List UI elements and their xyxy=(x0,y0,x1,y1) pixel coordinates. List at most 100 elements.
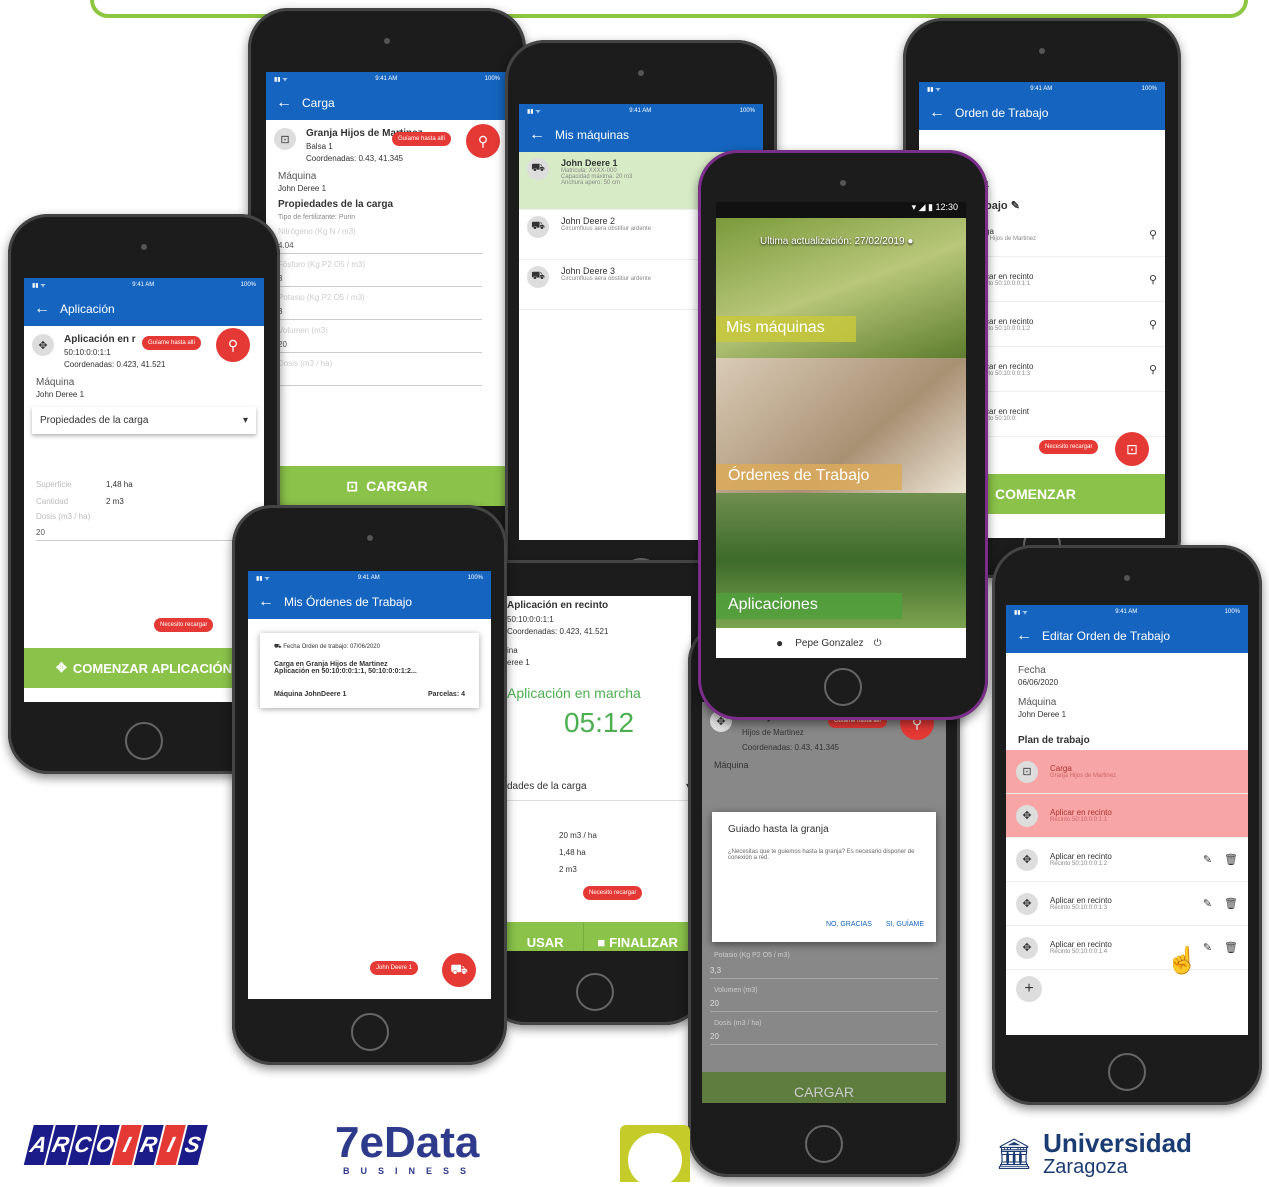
status-bar: ▮▮ ᯤ 9:41 AM 100% xyxy=(266,72,508,86)
location-pin-icon[interactable]: ⚲ xyxy=(1149,228,1157,241)
field-input[interactable]: 3 xyxy=(278,302,482,320)
coords: Coordenadas: 0.423, 41.521 xyxy=(64,360,166,369)
props-dropdown[interactable]: dades de la carga▾ xyxy=(507,773,691,801)
comenzar-button[interactable]: ✥ COMENZAR APLICACIÓN xyxy=(24,648,264,688)
unizar-logo: 🏛 Universidad Zaragoza xyxy=(995,1128,1192,1178)
back-arrow-icon[interactable]: ← xyxy=(529,126,545,144)
tractor-fab-icon[interactable]: ⛟ xyxy=(442,953,476,987)
aplicaciones-tile[interactable]: Aplicaciones xyxy=(716,493,966,628)
guide-button[interactable]: Guíame hasta allí xyxy=(392,132,452,146)
location-pin-icon[interactable]: ⚲ xyxy=(1149,273,1157,286)
edit-icon[interactable]: ✎ xyxy=(1011,200,1020,212)
phone-ordenes: ▮▮ ᯤ 9:41 AM 100% ← Mis Órdenes de Trabajo … xyxy=(232,505,507,1065)
tractor-icon: ⛟ xyxy=(527,158,549,180)
plan-row[interactable]: car en recint nto 50:10:0: xyxy=(985,392,1165,437)
tractor-app-icon: ✥ xyxy=(32,334,54,356)
phone-editar: ▮▮ ᯤ 9:41 AM 100% ← Editar Orden de Trabajo… xyxy=(992,545,1262,1105)
plan-row[interactable]: ✥ Aplicar en recinto Recinto 50:10:0:0:1:1 xyxy=(1006,794,1248,838)
route-icon[interactable]: ⚲ xyxy=(466,124,500,158)
field-input[interactable] xyxy=(278,368,482,386)
tractor-app-icon: ✥ xyxy=(1016,804,1038,827)
recargar-button[interactable]: Necesito recargar xyxy=(583,886,643,900)
field-input[interactable]: 20 xyxy=(278,335,482,353)
location-pin-icon[interactable]: ⚲ xyxy=(1149,363,1157,376)
edit-icon[interactable]: ✎ xyxy=(1203,897,1212,910)
field-label: Nitrógeno (Kg N / m3) xyxy=(278,227,356,236)
guide-button[interactable]: Guíame hasta allí xyxy=(142,336,202,350)
summary-row: Cantidad 2 m3 xyxy=(36,497,124,506)
ordenes-tile[interactable]: Órdenes de Trabajo xyxy=(716,358,966,493)
coords: Coordenadas: 0.423, 41.521 xyxy=(507,627,609,636)
maquinas-tile[interactable]: Ultima actualización: 27/02/2019 ● Mis m… xyxy=(716,218,966,358)
app-bar: ← Carga xyxy=(266,86,508,120)
avatar: ● xyxy=(776,636,784,650)
tractor-icon: ⛟ xyxy=(274,644,282,650)
phone-home: ▾ ◢ ▮ 12:30 Ultima actualización: 27/02/… xyxy=(698,150,988,720)
cargar-button[interactable]: CARGAR xyxy=(702,1072,946,1103)
phone-carga: ▮▮ ᯤ 9:41 AM 100% ← Carga ⊡ Granja Hijos de… xyxy=(248,8,526,578)
page-title: Aplicación xyxy=(60,302,115,316)
maquina-label: Máquina xyxy=(278,171,317,182)
machine-name: John Deere 2 xyxy=(561,216,616,226)
back-arrow-icon[interactable]: ← xyxy=(276,94,292,112)
edit-icon[interactable]: ✎ xyxy=(1203,941,1212,954)
plan-row[interactable]: ✥ Aplicar en recinto Recinto 50:10:0:0:1:3… xyxy=(1006,882,1248,926)
trash-icon[interactable]: 🗑 xyxy=(1224,853,1238,866)
green-partner-logo xyxy=(620,1125,690,1187)
back-arrow-icon[interactable]: ← xyxy=(34,300,50,318)
arcoiris-logo: ARCOIRIS xyxy=(22,1125,223,1171)
fert-type: Tipo de fertilizante: Purin xyxy=(278,214,356,221)
save-icon[interactable]: ⊡ xyxy=(1115,432,1149,466)
plan-row[interactable]: ga s Hijos de Martinez ⚲ xyxy=(985,212,1165,257)
dialog-title: Guiado hasta la granja xyxy=(728,824,829,835)
plan-row[interactable]: car en recinto nto 50:10:0:0:1:3 ⚲ xyxy=(985,347,1165,392)
machine-chip[interactable]: John Deere 1 xyxy=(370,961,419,975)
power-icon[interactable]: ⏻ xyxy=(874,638,882,649)
trash-icon[interactable]: 🗑 xyxy=(1224,897,1238,910)
pausar-button[interactable]: USAR xyxy=(507,922,584,951)
building-icon: 🏛 xyxy=(995,1137,1034,1171)
back-arrow-icon[interactable]: ← xyxy=(929,104,945,122)
machine-name: John Deere 1 xyxy=(561,158,618,168)
field-input[interactable]: 3 xyxy=(278,269,482,287)
summary-row: Superficie 1,48 ha xyxy=(36,480,133,489)
order-card[interactable]: ⛟ Fecha Orden de trabajo: 07/06/2020 Car… xyxy=(260,633,479,708)
maquina-value: John Deree 1 xyxy=(36,390,85,399)
edata-wordmark: 7eData xyxy=(335,1118,480,1167)
save-icon: ⊡ xyxy=(346,477,359,494)
edata-logo: 7eData BUSINESS xyxy=(335,1120,515,1180)
plan-row[interactable]: ✥ Aplicar en recinto Recinto 50:10:0:0:1:2… xyxy=(1006,838,1248,882)
parcel: 50:10:0:0:1:1 xyxy=(507,615,554,624)
dosis-field[interactable]: 20 xyxy=(36,523,252,541)
app-name: Aplicación en recinto xyxy=(507,600,609,611)
maquina-value: John Deree 1 xyxy=(278,184,327,193)
coords: Coordenadas: 0.43, 41.345 xyxy=(306,154,403,163)
finalizar-button[interactable]: ■ FINALIZAR xyxy=(583,922,691,951)
yes-button[interactable]: SI, GUÍAME xyxy=(886,921,924,928)
no-button[interactable]: NO, GRACIAS xyxy=(826,921,872,928)
location-pin-icon[interactable]: ⚲ xyxy=(1149,318,1157,331)
recargar-button[interactable]: Necesito recargar xyxy=(1039,440,1099,454)
tractor-app-icon: ✥ xyxy=(1016,936,1038,959)
dosis-label: Dosis (m3 / ha) xyxy=(36,512,91,521)
tractor-app-icon: ✥ xyxy=(1016,892,1038,915)
recargar-button[interactable]: Necesito recargar xyxy=(154,618,214,632)
plan-row[interactable]: car en recinto nto 50:10:0:0:1:2 ⚲ xyxy=(985,302,1165,347)
hand-cursor-icon: ☝ xyxy=(1166,945,1199,975)
plan-row[interactable]: ✥ Aplicar en recinto Recinto 50:10:0:0:1:4… xyxy=(1006,926,1248,970)
page-title: Orden de Trabajo xyxy=(955,106,1049,120)
plan-title: Plan de trabajo xyxy=(1018,735,1090,746)
info-icon[interactable]: ● xyxy=(907,236,913,247)
trash-icon[interactable]: 🗑 xyxy=(1224,941,1238,954)
plan-row[interactable]: ⊡ Carga Granja Hijos de Martinez xyxy=(1006,750,1248,794)
machine-name: John Deere 3 xyxy=(561,266,616,276)
cargar-button[interactable]: ⊡ CARGAR xyxy=(266,466,508,506)
route-icon[interactable]: ⚲ xyxy=(216,328,250,362)
field-input[interactable]: 4.04 xyxy=(278,236,482,254)
back-arrow-icon[interactable]: ← xyxy=(1016,627,1032,645)
props-dropdown[interactable]: Propiedades de la carga ▾ xyxy=(32,407,256,434)
plan-row[interactable]: car en recinto nto 50:10:0:0:1:1 ⚲ xyxy=(985,257,1165,302)
edit-icon[interactable]: ✎ xyxy=(1203,853,1212,866)
add-button[interactable]: + xyxy=(1016,976,1042,1002)
back-arrow-icon[interactable]: ← xyxy=(258,593,274,611)
